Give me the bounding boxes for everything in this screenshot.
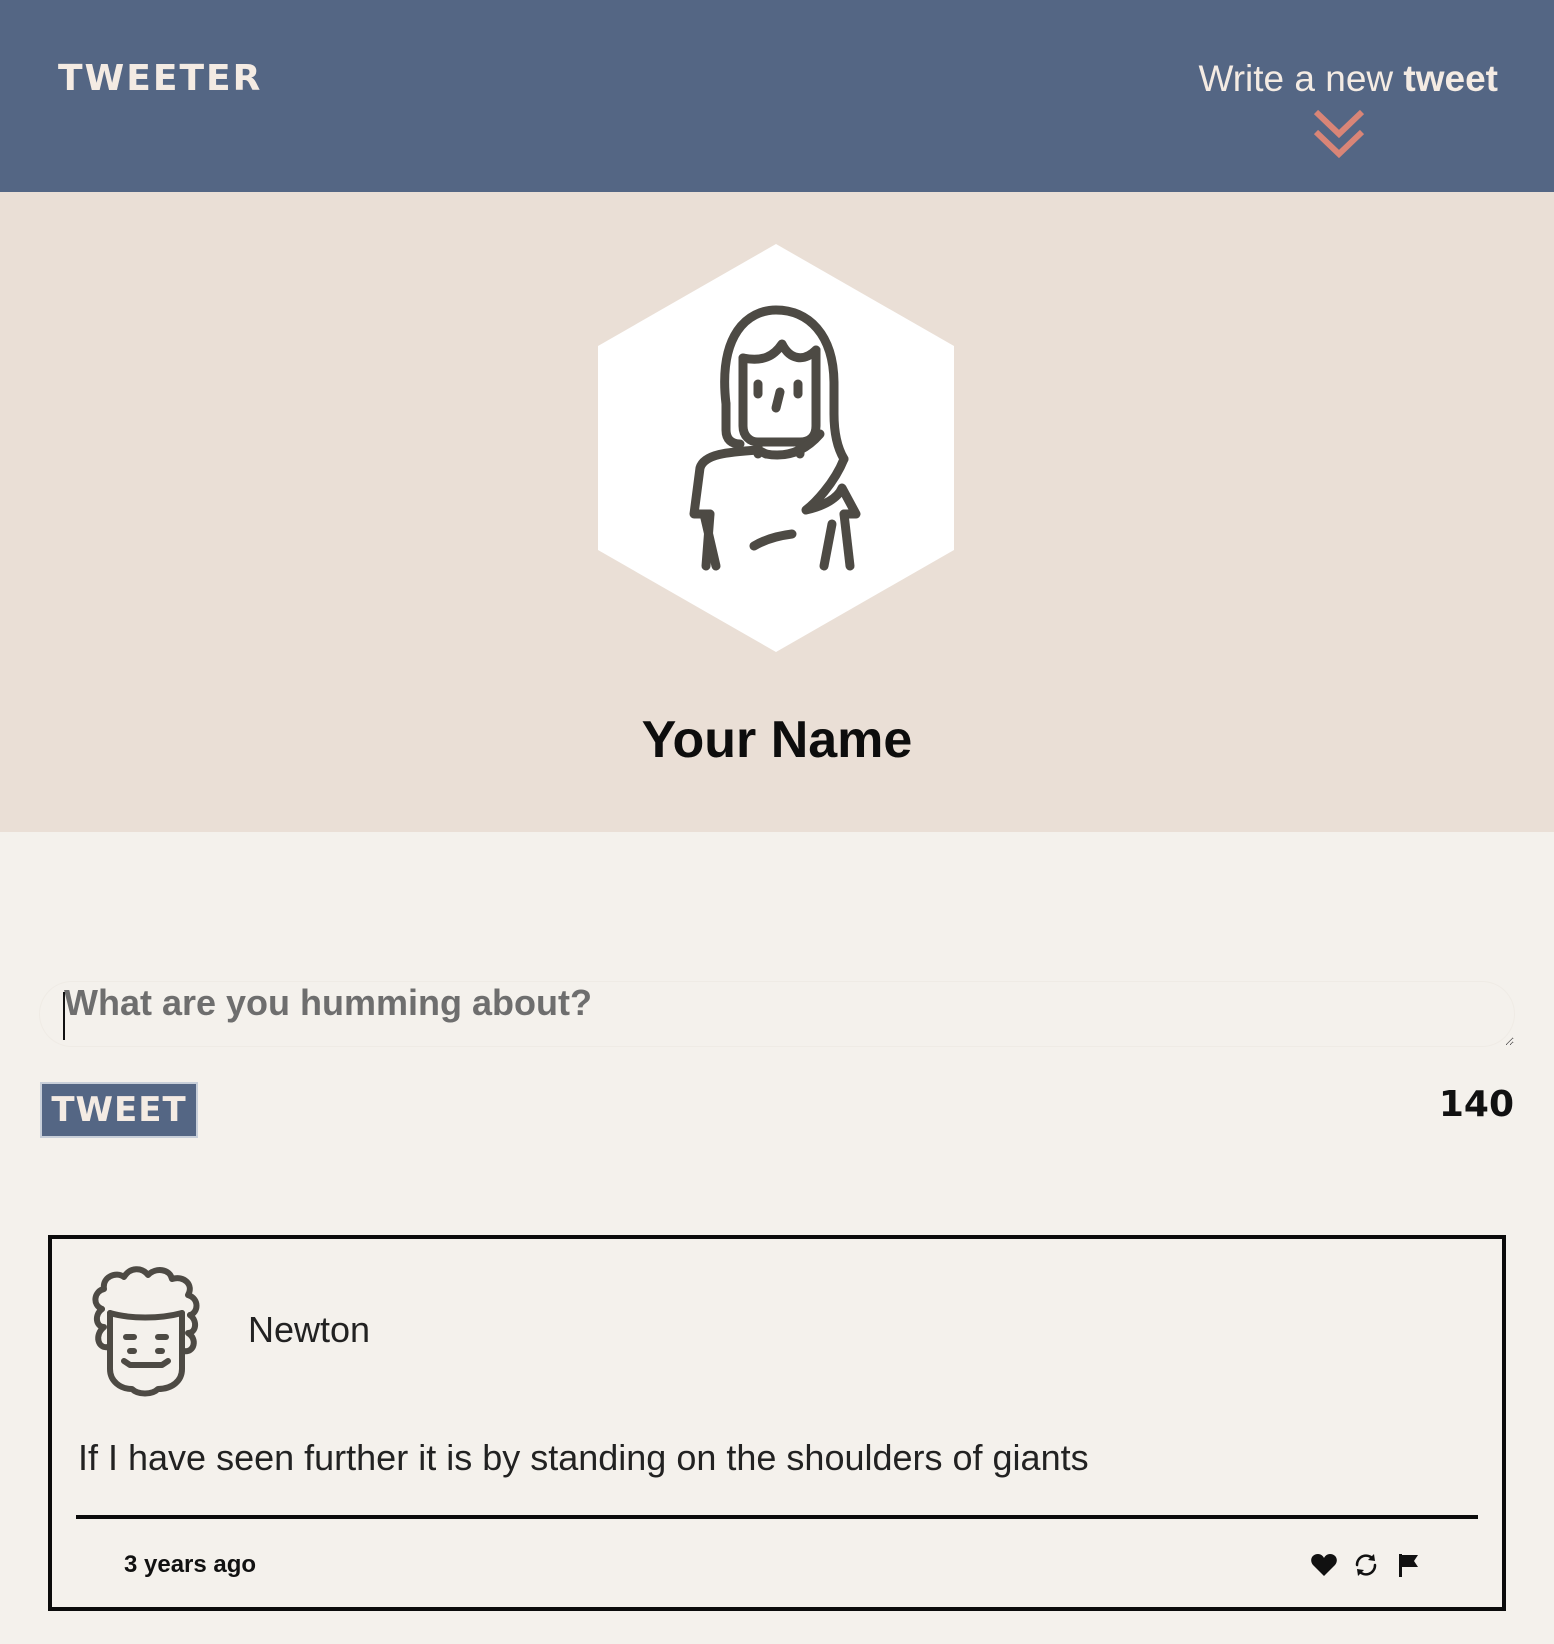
heart-icon[interactable] bbox=[1310, 1551, 1338, 1579]
compose-label-bold: tweet bbox=[1403, 58, 1498, 99]
double-chevron-down-icon[interactable] bbox=[1310, 106, 1368, 162]
tweet-card: Newton If I have seen further it is by s… bbox=[48, 1235, 1506, 1611]
profile-header: Your Name bbox=[0, 192, 1554, 832]
tweet-author[interactable]: Newton bbox=[248, 1309, 370, 1351]
tweet-input[interactable] bbox=[40, 982, 1514, 1046]
tweet-actions bbox=[1310, 1551, 1422, 1579]
woman-avatar-icon bbox=[598, 244, 954, 652]
text-caret bbox=[63, 992, 65, 1040]
compose-label-light: Write a new bbox=[1198, 58, 1394, 99]
curly-hair-man-avatar-icon bbox=[92, 1266, 200, 1397]
brand-logo[interactable]: TWEETER bbox=[58, 58, 262, 99]
char-counter: 140 bbox=[1438, 1084, 1514, 1125]
write-tweet-toggle[interactable]: Write a new tweet bbox=[1198, 58, 1498, 100]
tweet-timestamp: 3 years ago bbox=[124, 1551, 257, 1578]
tweet-text: If I have seen further it is by standing… bbox=[78, 1437, 1089, 1478]
flag-icon[interactable] bbox=[1394, 1551, 1422, 1579]
tweet-divider bbox=[76, 1515, 1478, 1519]
retweet-icon[interactable] bbox=[1352, 1551, 1380, 1579]
profile-name: Your Name bbox=[641, 711, 913, 769]
tweet-button[interactable]: TWEET bbox=[40, 1082, 198, 1138]
top-nav: TWEETER Write a new tweet bbox=[0, 0, 1554, 192]
